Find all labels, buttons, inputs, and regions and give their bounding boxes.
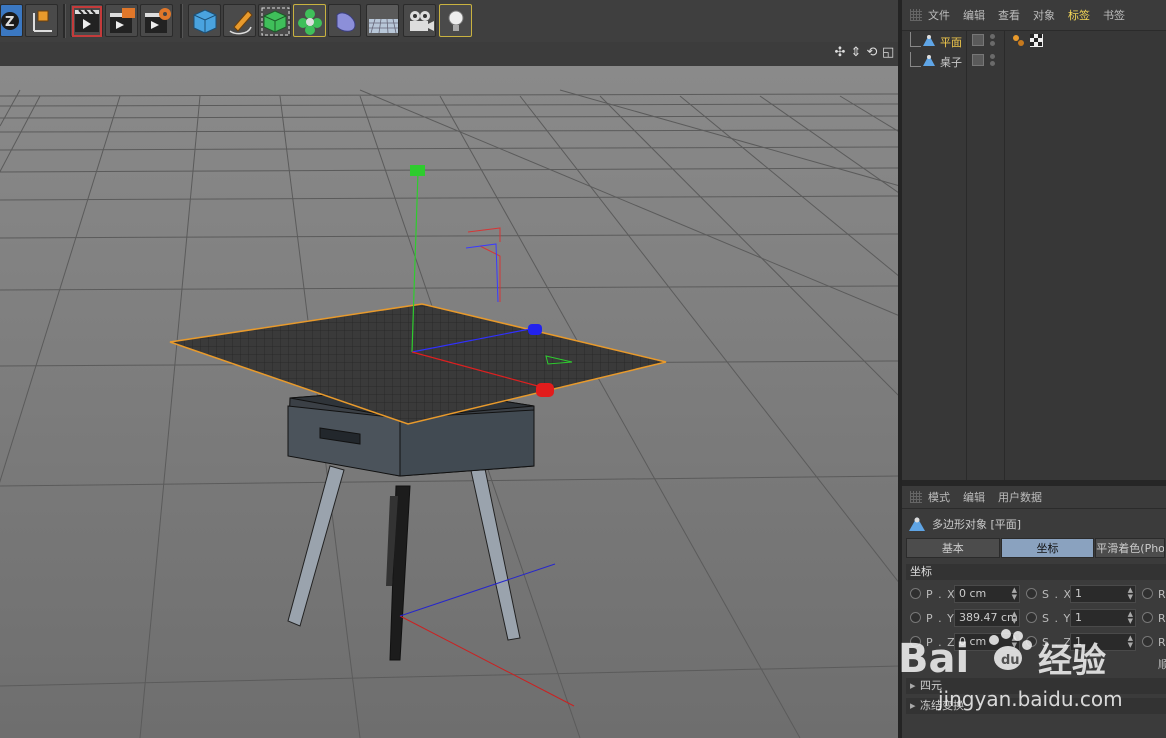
- object-manager: 文件 编辑 查看 对象 标签 书签 平面 桌子: [902, 0, 1166, 480]
- layer-toggle[interactable]: [972, 54, 984, 66]
- rotate-view-icon[interactable]: ⟲: [866, 46, 878, 60]
- object-type-title: 多边形对象 [平面]: [932, 518, 1022, 531]
- attributes-title: 多边形对象 [平面]: [908, 516, 1021, 532]
- x-axis-handle[interactable]: [536, 383, 554, 397]
- render-settings-icon[interactable]: [140, 4, 173, 37]
- subdivision-surface-icon[interactable]: [258, 4, 291, 37]
- animate-radio[interactable]: [1026, 588, 1037, 599]
- zoom-view-icon[interactable]: ⇕: [850, 46, 862, 60]
- z-axis-handle[interactable]: [528, 324, 542, 335]
- svg-text:Z: Z: [5, 15, 14, 30]
- object-row-plane[interactable]: 平面: [910, 32, 1166, 52]
- object-row-table[interactable]: 桌子: [910, 52, 1166, 72]
- phong-tag-icon[interactable]: [1012, 34, 1025, 47]
- paw-logo-icon: du: [989, 629, 1032, 670]
- tab-phong[interactable]: 平滑着色(Phong): [1095, 538, 1166, 558]
- render-to-picture-viewer-icon[interactable]: [105, 4, 138, 37]
- scene-canvas[interactable]: [0, 66, 900, 738]
- 3d-viewport[interactable]: ✣ ⇕ ⟲ ◱: [0, 42, 900, 738]
- section-coordinates: 坐标: [906, 564, 1166, 580]
- viewport-header: ✣ ⇕ ⟲ ◱: [0, 42, 900, 66]
- polygon-object-icon: [923, 55, 935, 66]
- panel-grip-icon[interactable]: [910, 9, 922, 21]
- main-toolbar: Z: [0, 0, 900, 43]
- svg-text:du: du: [1001, 653, 1020, 668]
- cinema4d-logo-icon[interactable]: Z: [0, 4, 23, 37]
- menu-bookmarks[interactable]: 书签: [1103, 7, 1125, 23]
- tab-coordinates[interactable]: 坐标: [1000, 538, 1095, 558]
- light-icon[interactable]: [439, 4, 472, 37]
- visibility-dots[interactable]: [990, 54, 996, 66]
- animate-radio[interactable]: [910, 588, 921, 599]
- attribute-tabs: 基本 坐标 平滑着色(Phong): [906, 538, 1166, 558]
- polygon-object-icon: [909, 517, 925, 531]
- move-view-icon[interactable]: ✣: [834, 46, 846, 60]
- menu-tags[interactable]: 标签: [1068, 7, 1090, 23]
- object-manager-menubar: 文件 编辑 查看 对象 标签 书签: [902, 0, 1166, 31]
- tab-basic[interactable]: 基本: [906, 538, 1000, 558]
- layer-toggle[interactable]: [972, 34, 984, 46]
- watermark-url: jingyan.baidu.com: [937, 687, 1123, 711]
- visibility-dots[interactable]: [990, 34, 996, 46]
- animate-radio[interactable]: [1142, 588, 1153, 599]
- menu-objects[interactable]: 对象: [1033, 7, 1055, 23]
- y-axis-handle[interactable]: [410, 165, 425, 176]
- polygon-object-icon: [923, 35, 935, 46]
- panel-grip-icon[interactable]: [910, 491, 922, 503]
- toggle-layout-icon[interactable]: ◱: [882, 46, 894, 60]
- menu-view[interactable]: 查看: [998, 7, 1020, 23]
- material-tag-icon[interactable]: [1030, 34, 1043, 47]
- floor-icon[interactable]: [366, 4, 399, 37]
- camera-icon[interactable]: [403, 4, 436, 37]
- coordinate-system-icon[interactable]: [25, 4, 58, 37]
- baidu-watermark: Bai du 经验 jingyan.baidu.com: [898, 629, 1123, 711]
- menu-file[interactable]: 文件: [928, 7, 950, 23]
- render-view-icon[interactable]: [70, 4, 103, 37]
- watermark-brand-cn: 经验: [1038, 641, 1106, 681]
- pen-spline-icon[interactable]: [223, 4, 256, 37]
- menu-edit[interactable]: 编辑: [963, 489, 985, 505]
- object-name-table[interactable]: 桌子: [940, 54, 962, 70]
- attributes-menubar: 模式 编辑 用户数据: [902, 486, 1166, 509]
- watermark-brand: Bai: [898, 636, 969, 682]
- cloner-icon[interactable]: [293, 4, 326, 37]
- menu-user-data[interactable]: 用户数据: [998, 489, 1042, 505]
- cube-primitive-icon[interactable]: [188, 4, 221, 37]
- menu-edit[interactable]: 编辑: [963, 7, 985, 23]
- deformer-icon[interactable]: [328, 4, 361, 37]
- object-name-plane[interactable]: 平面: [940, 34, 962, 50]
- menu-mode[interactable]: 模式: [928, 489, 950, 505]
